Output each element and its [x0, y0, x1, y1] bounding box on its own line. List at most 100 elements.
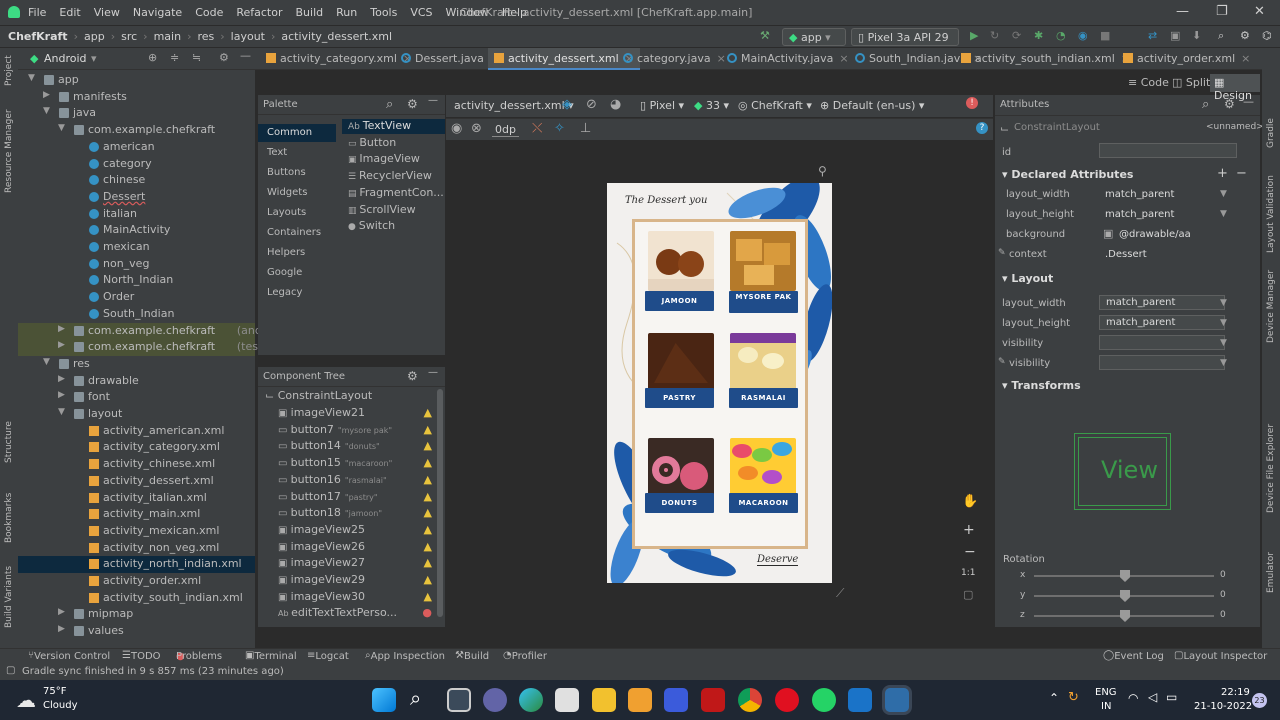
device-manager-tool-tab[interactable]: Device Manager [1266, 270, 1276, 343]
palette-item-textview[interactable]: Ab TextView [342, 119, 445, 134]
tab-category-java[interactable]: category.java × [617, 48, 732, 70]
rasmalai-button[interactable]: RASMALAI [729, 388, 798, 408]
breadcrumb-app[interactable]: app [84, 30, 105, 43]
tree-item-layout[interactable]: ▼ layout [18, 406, 255, 423]
mcafee-icon[interactable] [701, 688, 725, 712]
project-tool-tab[interactable]: Project [4, 55, 14, 86]
tree-item-values[interactable]: ▶ values [18, 623, 255, 640]
phone-preview[interactable]: The Dessert you JAMOON MYSORE PAK PASTRY… [607, 183, 832, 583]
component-button15[interactable]: ▭ button15 "macaroon" ▲ [278, 456, 438, 469]
layout-height-select[interactable]: match_parent [1099, 315, 1225, 330]
split-mode-button[interactable]: ◫ Split [1172, 76, 1210, 89]
debug-icon[interactable]: ✱ [1034, 29, 1043, 42]
help-icon[interactable]: ? [976, 122, 988, 134]
palette-category-widgets[interactable]: Widgets [267, 184, 307, 202]
snipping-tool-icon[interactable] [555, 688, 579, 712]
infer-constraints-icon[interactable]: ✧ [554, 121, 565, 136]
donuts-button[interactable]: DONUTS [645, 493, 714, 513]
rotation-x-slider[interactable] [1034, 570, 1214, 582]
warning-icon[interactable]: ▲ [424, 406, 432, 419]
tree-item-north-indian[interactable]: North_Indian [18, 272, 255, 289]
project-view-select[interactable]: Android [44, 52, 87, 65]
view-options-icon[interactable]: ◉ [451, 121, 462, 136]
run-icon[interactable]: ▶ [970, 29, 978, 42]
wifi-icon[interactable]: ◠ [1128, 691, 1138, 705]
chevron-down-icon[interactable]: ▼ [58, 123, 65, 133]
apply-changes-icon[interactable]: ⟳ [1012, 29, 1021, 42]
breadcrumb-layout[interactable]: layout [231, 30, 265, 43]
breadcrumb-file[interactable]: activity_dessert.xml [281, 30, 392, 43]
palette-category-legacy[interactable]: Legacy [267, 284, 302, 302]
profile-icon[interactable]: ◔ [1056, 29, 1066, 42]
tools-visibility-dropdown-icon[interactable]: ▼ [1220, 358, 1227, 368]
tree-item-order[interactable]: Order [18, 289, 255, 306]
chevron-right-icon[interactable]: ▶ [58, 390, 65, 400]
declared-width-value[interactable]: match_parent [1099, 188, 1225, 203]
tree-item-activity-non-veg-xml[interactable]: activity_non_veg.xml [18, 540, 255, 557]
layout-width-dropdown-icon[interactable]: ▼ [1220, 298, 1227, 308]
palette-category-google[interactable]: Google [267, 264, 302, 282]
minimize-icon[interactable]: — [1176, 4, 1189, 19]
design-mode-icon[interactable]: ◈ [562, 97, 572, 112]
zoom-to-fit-icon[interactable]: ▢ [963, 588, 973, 601]
run-config-select[interactable]: ◆ app ▾ [782, 28, 846, 46]
menu-refactor[interactable]: Refactor [236, 6, 282, 19]
clock-date[interactable]: 21-10-2022 [1194, 701, 1252, 712]
palette-category-common[interactable]: Common [258, 124, 336, 142]
chevron-down-icon[interactable]: ▼ [43, 357, 50, 367]
menu-vcs[interactable]: VCS [410, 6, 432, 19]
resource-manager-tool-tab[interactable]: Resource Manager [4, 109, 14, 193]
menu-navigate[interactable]: Navigate [133, 6, 182, 19]
palette-category-text[interactable]: Text [267, 144, 287, 162]
palette-hide-icon[interactable]: — [428, 95, 438, 106]
component-button16[interactable]: ▭ button16 "rasmalai" ▲ [278, 473, 438, 486]
warning-icon[interactable]: ▲ [424, 523, 432, 536]
tree-item-activity-chinese-xml[interactable]: activity_chinese.xml [18, 456, 255, 473]
device-select[interactable]: ▯ Pixel 3a API 29 ▾ [851, 28, 959, 57]
component-imageview30[interactable]: ▣ imageView30 ▲ [278, 590, 438, 603]
tree-item-activity-italian-xml[interactable]: activity_italian.xml [18, 490, 255, 507]
zoom-in-icon[interactable]: + [963, 522, 975, 538]
declared-height-value[interactable]: match_parent [1099, 208, 1225, 223]
declared-width-dropdown-icon[interactable]: ▼ [1220, 189, 1227, 199]
maximize-icon[interactable]: ❐ [1216, 4, 1228, 19]
warning-icon[interactable]: ▲ [424, 423, 432, 436]
rerun-icon[interactable]: ↻ [990, 29, 999, 42]
menu-code[interactable]: Code [195, 6, 223, 19]
warning-icon[interactable]: ▲ [424, 506, 432, 519]
tab-activity-south-indian-xml[interactable]: activity_south_indian.xml× [955, 48, 1136, 70]
palette-item-imageview[interactable]: ▣ ImageView [348, 152, 420, 167]
resize-handle-icon[interactable]: ⟋ [836, 586, 844, 601]
store-icon[interactable] [628, 688, 652, 712]
close-icon[interactable]: ✕ [1254, 4, 1265, 19]
tree-item-com-example-chefkraft[interactable]: ▶ com.example.chefkraft (test) [18, 339, 267, 356]
edge-icon[interactable] [519, 688, 543, 712]
volume-icon[interactable]: ◁ [1148, 690, 1157, 704]
chevron-right-icon[interactable]: ▶ [58, 374, 65, 384]
mysore-pak-button[interactable]: MYSORE PAK [729, 291, 798, 313]
zoom-actual-size-icon[interactable]: 1:1 [961, 568, 975, 578]
warning-icon[interactable]: ▲ [424, 540, 432, 553]
component-tree-hide-icon[interactable]: — [428, 367, 438, 378]
tree-item-mexican[interactable]: mexican [18, 239, 255, 256]
zoom-out-icon[interactable]: − [964, 544, 976, 560]
menu-file[interactable]: File [28, 6, 46, 19]
tree-item-non-veg[interactable]: non_veg [18, 256, 255, 273]
app-inspection-tool[interactable]: ⌕ App Inspection [365, 650, 445, 662]
palette-item-button[interactable]: ▭ Button [348, 136, 396, 151]
palette-search-icon[interactable]: ⌕ [386, 97, 393, 112]
file-explorer-icon[interactable] [592, 688, 616, 712]
battery-icon[interactable]: ▭ [1166, 690, 1177, 704]
windows-start-icon[interactable] [372, 688, 396, 712]
project-view-chevron-icon[interactable]: ▾ [91, 52, 97, 65]
error-icon[interactable]: ● [422, 606, 432, 619]
component-tree-scrollbar[interactable] [437, 389, 443, 617]
tree-item-activity-american-xml[interactable]: activity_american.xml [18, 423, 255, 440]
close-tab-icon[interactable]: × [839, 52, 848, 65]
build-tool[interactable]: ⚒ Build [455, 650, 489, 662]
add-attribute-icon[interactable]: + [1217, 166, 1228, 181]
tree-item-activity-north-indian-xml[interactable]: activity_north_indian.xml [18, 556, 255, 573]
api-level-select[interactable]: ◆ 33 ▾ [694, 99, 729, 112]
tree-item-south-indian[interactable]: South_Indian [18, 306, 255, 323]
region-code[interactable]: IN [1101, 701, 1111, 712]
